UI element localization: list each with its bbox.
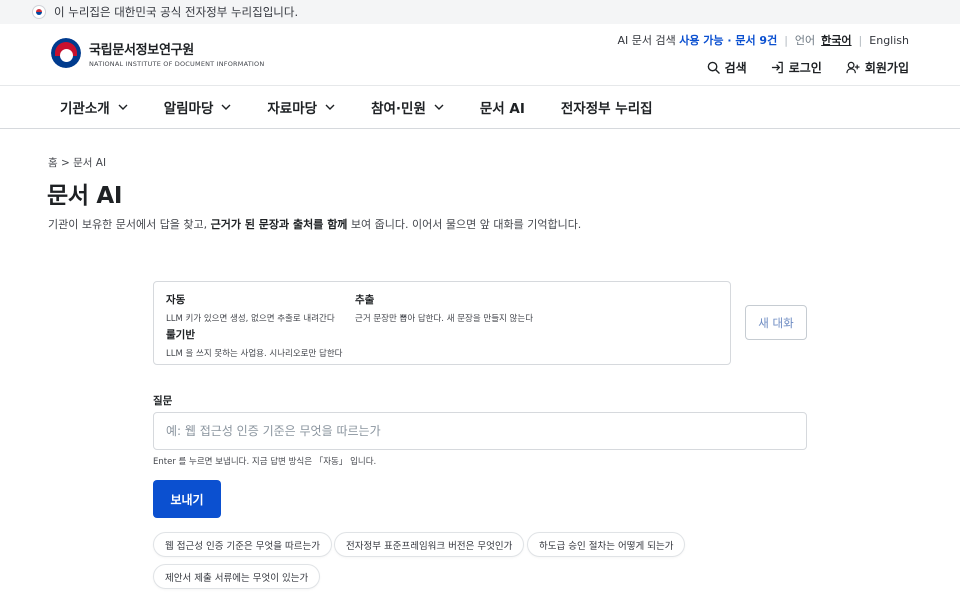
ai-status: 사용 가능 · 문서 9건 <box>679 34 778 47</box>
language-label: 언어 <box>794 34 816 47</box>
divider: | <box>858 33 863 47</box>
chevron-down-icon <box>221 104 231 110</box>
chevron-down-icon <box>118 104 128 110</box>
mode-auto[interactable]: 자동 LLM 키가 있으면 생성, 없으면 추출로 내려간다 <box>166 292 335 324</box>
signup-label: 회원가입 <box>864 61 909 75</box>
divider: | <box>784 33 788 47</box>
input-hint: Enter 를 누르면 보냅니다. 지금 답변 방식은 「자동」 입니다. <box>153 457 377 467</box>
main-nav: 기관소개 알림마당 자료마당 참여·민원 문서 AI 전자정부 누리집 <box>0 86 960 129</box>
desc-emphasis: 근거가 된 문장과 출처를 함께 <box>210 218 348 231</box>
mode-title: 추출 <box>355 294 375 306</box>
nav-item-egov[interactable]: 전자정부 누리집 <box>561 97 653 117</box>
page-title: 문서 AI <box>47 183 123 209</box>
breadcrumb: 홈 > 문서 AI <box>48 157 107 169</box>
nav-item-participation[interactable]: 참여·민원 <box>371 97 444 117</box>
mode-description: LLM 을 쓰지 못하는 사업용. 시나리오로만 답한다 <box>166 349 343 359</box>
question-input[interactable] <box>153 412 807 450</box>
answer-mode-card: 자동 LLM 키가 있으면 생성, 없으면 추출로 내려간다 추출 근거 문장만… <box>153 281 731 365</box>
search-label: 검색 <box>724 61 747 75</box>
mode-rule-based[interactable]: 룰기반 LLM 을 쓰지 못하는 사업용. 시나리오로만 답한다 <box>166 327 342 359</box>
nav-item-document-ai[interactable]: 문서 AI <box>480 97 525 117</box>
nav-item-about[interactable]: 기관소개 <box>60 97 128 117</box>
user-add-icon <box>846 61 860 74</box>
nav-label: 알림마당 <box>163 101 214 117</box>
gov-banner: 이 누리집은 대한민국 공식 전자정부 누리집입니다. <box>0 0 960 24</box>
suggestion-chip[interactable]: 하도급 승인 절차는 어떻게 되는가 <box>527 532 686 557</box>
send-button[interactable]: 보내기 <box>153 480 221 518</box>
logo-name-ko: 국립문서정보연구원 <box>89 42 194 58</box>
site-header: 국립문서정보연구원 NATIONAL INSTITUTE OF DOCUMENT… <box>0 24 960 86</box>
nav-label: 자료마당 <box>267 101 318 117</box>
emblem-icon <box>51 38 81 68</box>
nav-item-notice[interactable]: 알림마당 <box>164 97 232 117</box>
signup-button[interactable]: 회원가입 <box>846 59 909 76</box>
search-button[interactable]: 검색 <box>707 59 747 76</box>
search-icon <box>707 61 720 74</box>
login-button[interactable]: 로그인 <box>771 59 822 76</box>
nav-label: 기관소개 <box>60 101 110 117</box>
gov-banner-text: 이 누리집은 대한민국 공식 전자정부 누리집입니다. <box>54 5 299 19</box>
desc-text: 보여 줍니다. 이어서 물으면 앞 대화를 기억합니다. <box>347 218 582 231</box>
site-logo[interactable]: 국립문서정보연구원 NATIONAL INSTITUTE OF DOCUMENT… <box>51 38 264 68</box>
mode-description: LLM 키가 있으면 생성, 없으면 추출로 내려간다 <box>166 314 335 324</box>
mode-title: 룰기반 <box>166 329 195 341</box>
nav-label: 전자정부 누리집 <box>560 101 653 117</box>
language-en-link[interactable]: English <box>869 34 909 47</box>
login-label: 로그인 <box>788 61 822 75</box>
nav-label: 문서 AI <box>479 101 525 117</box>
mode-description: 근거 문장만 뽑아 답한다. 새 문장을 만들지 않는다 <box>355 314 534 324</box>
ai-search-label: AI 문서 검색 <box>617 34 676 47</box>
mode-title: 자동 <box>166 294 186 306</box>
suggestion-chip[interactable]: 제안서 제출 서류에는 무엇이 있는가 <box>153 564 321 589</box>
new-chat-button[interactable]: 새 대화 <box>745 305 807 340</box>
chevron-down-icon <box>434 104 444 110</box>
mode-extract[interactable]: 추출 근거 문장만 뽑아 답한다. 새 문장을 만들지 않는다 <box>355 292 533 324</box>
taegukgi-icon <box>32 5 46 19</box>
utility-bar: AI 문서 검색 사용 가능 · 문서 9건 | 언어 한국어 | Englis… <box>617 32 909 48</box>
login-icon <box>771 61 783 74</box>
page-description: 기관이 보유한 문서에서 답을 찾고, 근거가 된 문장과 출처를 함께 보여 … <box>48 216 581 232</box>
nav-label: 참여·민원 <box>371 101 426 117</box>
suggestion-chip[interactable]: 웹 접근성 인증 기준은 무엇을 따르는가 <box>153 532 332 557</box>
language-ko-link[interactable]: 한국어 <box>821 32 851 48</box>
chevron-down-icon <box>325 104 335 110</box>
nav-item-resources[interactable]: 자료마당 <box>267 97 335 117</box>
question-label: 질문 <box>153 395 173 407</box>
header-actions: 검색 로그인 회원가입 <box>683 59 909 76</box>
desc-text: 기관이 보유한 문서에서 답을 찾고, <box>48 218 211 231</box>
suggestion-chip[interactable]: 전자정부 표준프레임워크 버전은 무엇인가 <box>334 532 525 557</box>
logo-name-en: NATIONAL INSTITUTE OF DOCUMENT INFORMATI… <box>89 59 265 68</box>
